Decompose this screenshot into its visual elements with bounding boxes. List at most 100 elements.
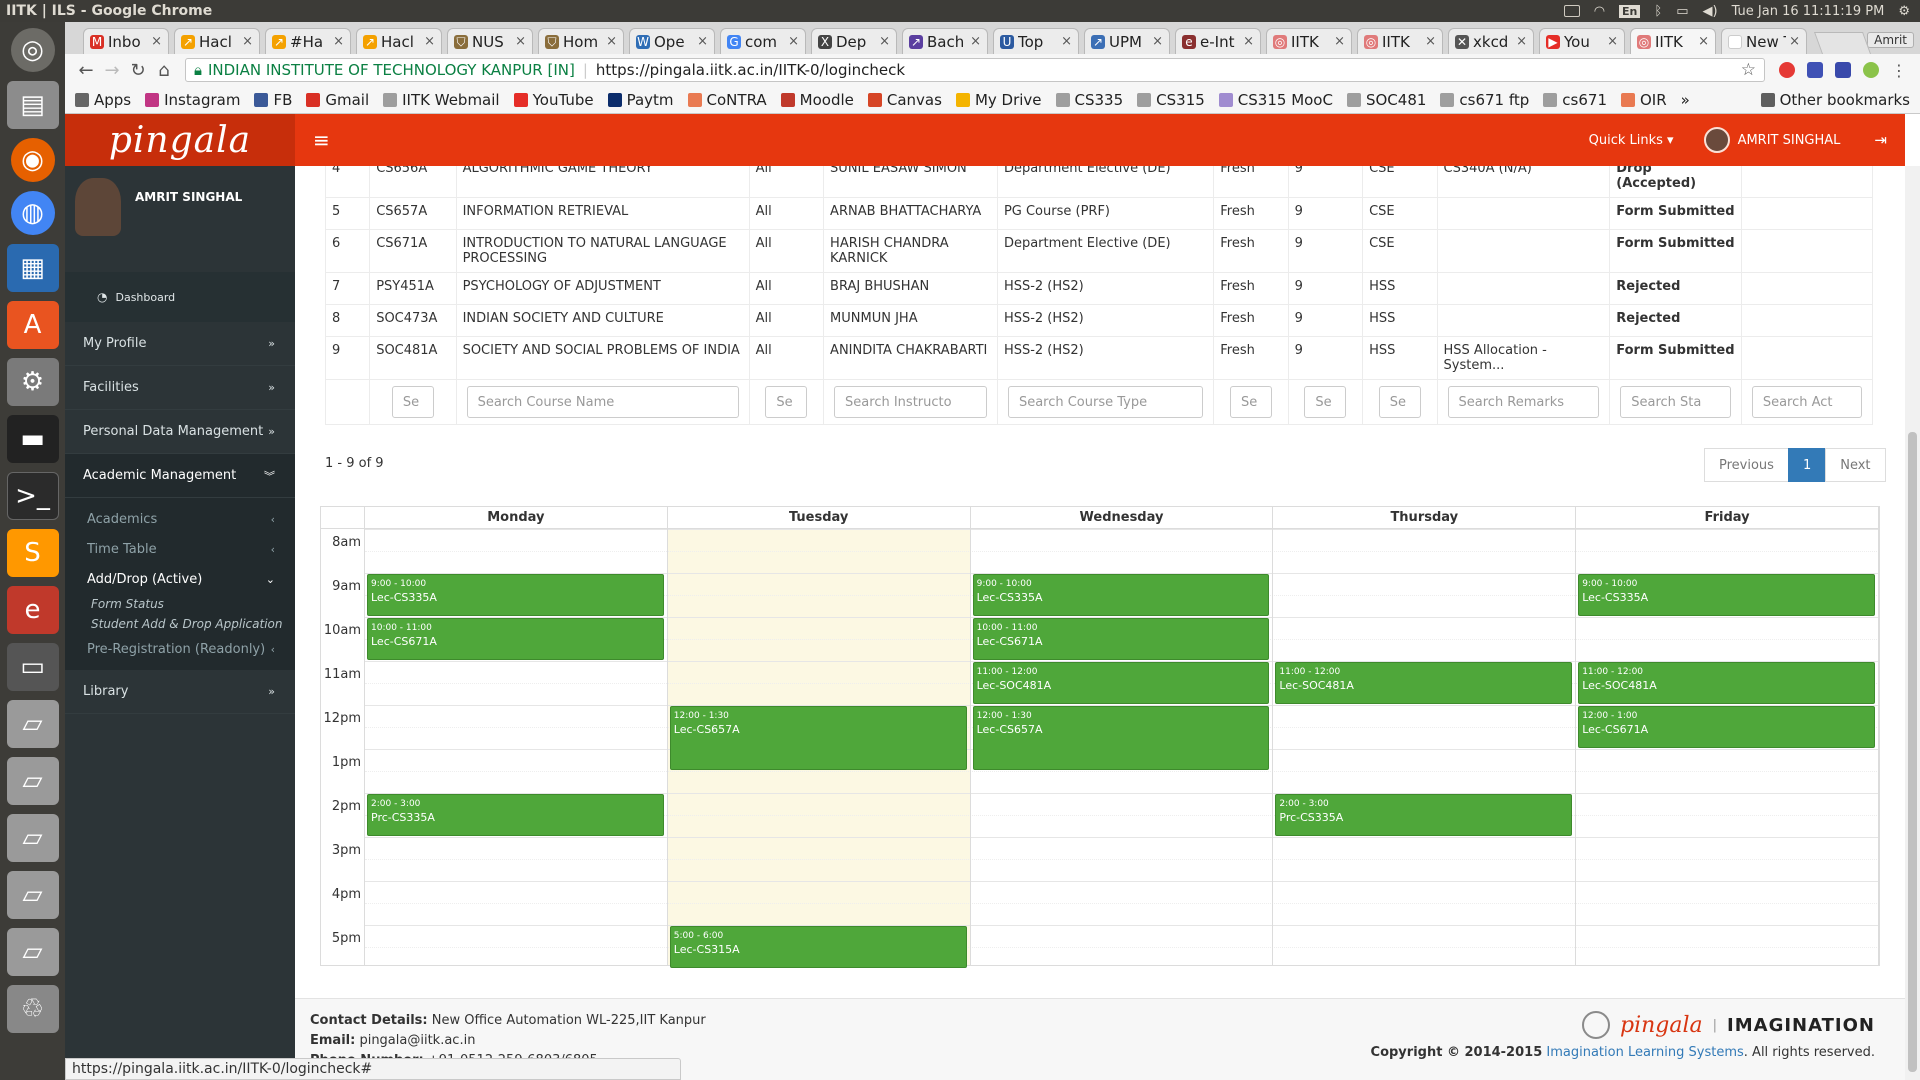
tab-close-icon[interactable]: × <box>242 34 253 49</box>
browser-tab[interactable]: ↗ Hacl × <box>356 28 442 54</box>
browser-tab[interactable]: Gcom × <box>720 28 806 54</box>
filter-input[interactable]: Se <box>765 386 808 418</box>
browser-tab[interactable]: ↗ Hacl × <box>174 28 260 54</box>
next-page-button[interactable]: Next <box>1825 448 1886 482</box>
sidebar-subitem-pre-registration[interactable]: Pre-Registration (Readonly) ‹ <box>65 634 295 664</box>
browser-tab[interactable]: ◎ IITK × <box>1630 28 1716 54</box>
bookmark-item[interactable]: CoNTRA <box>687 91 767 109</box>
bookmark-item[interactable]: CS315 MooC <box>1218 91 1333 109</box>
sidebar-link-student-add-drop[interactable]: Student Add & Drop Application <box>65 614 295 634</box>
timetable-event[interactable]: 11:00 - 12:00 Lec-SOC481A <box>1578 662 1875 704</box>
bookmark-item[interactable]: My Drive <box>955 91 1042 109</box>
timetable-event[interactable]: 2:00 - 3:00 Prc-CS335A <box>1275 794 1573 836</box>
browser-tab[interactable]: ↗ UPM × <box>1084 28 1170 54</box>
settings-gear-icon[interactable]: ⚙ <box>1898 4 1910 19</box>
firefox-icon[interactable]: ◉ <box>10 138 55 182</box>
timetable-event[interactable]: 2:00 - 3:00 Prc-CS335A <box>367 794 664 836</box>
file-manager-icon[interactable]: ▤ <box>6 81 59 129</box>
timetable-event[interactable]: 12:00 - 1:30 Lec-CS657A <box>972 706 1270 770</box>
sidebar-subitem-time-table[interactable]: Time Table ‹ <box>65 534 295 564</box>
bookmark-item[interactable]: Apps <box>75 91 131 109</box>
os-clock[interactable]: Tue Jan 16 11:11:19 PM <box>1732 4 1885 19</box>
workspace-icon[interactable]: ▭ <box>6 643 59 691</box>
browser-tab[interactable]: ⛉ Hom × <box>538 28 624 54</box>
tab-close-icon[interactable]: × <box>424 34 435 49</box>
filter-input[interactable]: Se <box>391 386 434 418</box>
tab-close-icon[interactable]: × <box>788 34 799 49</box>
bookmark-item[interactable]: CS315 <box>1137 91 1205 109</box>
keyboard-layout[interactable]: En <box>1619 4 1641 18</box>
bookmark-item[interactable]: OIR <box>1621 91 1667 109</box>
tab-close-icon[interactable]: × <box>151 34 162 49</box>
bookmark-star-icon[interactable]: ☆ <box>1741 60 1756 80</box>
browser-tab[interactable]: M Inbo × <box>83 28 169 54</box>
sidebar-subitem-add-drop[interactable]: Add/Drop (Active) ⌄ <box>65 564 295 594</box>
bookmark-item[interactable]: IITK Webmail <box>383 91 500 109</box>
browser-tab[interactable]: ◎ IITK × <box>1357 28 1443 54</box>
pingala-logo[interactable]: pingala <box>65 114 295 166</box>
bookmark-extension-icon[interactable] <box>1835 62 1851 78</box>
logout-icon[interactable]: ⇥ <box>1874 131 1887 149</box>
reload-icon[interactable]: ↻ <box>125 57 151 83</box>
tab-close-icon[interactable]: × <box>879 34 890 49</box>
timetable-event[interactable]: 9:00 - 10:00 Lec-CS335A <box>367 574 664 616</box>
bookmark-item[interactable]: Instagram <box>145 91 240 109</box>
browser-tab[interactable]: W Ope × <box>629 28 715 54</box>
tab-close-icon[interactable]: × <box>697 34 708 49</box>
filter-input[interactable]: Se <box>1304 386 1347 418</box>
sidebar-item-academic-management[interactable]: Academic Management ︾ <box>65 454 295 498</box>
sidebar-subitem-academics[interactable]: Academics ‹ <box>65 504 295 534</box>
timetable-event[interactable]: 9:00 - 10:00 Lec-CS335A <box>972 574 1270 616</box>
translate-extension-icon[interactable] <box>1807 62 1823 78</box>
browser-tab[interactable]: ↗ Bach × <box>902 28 988 54</box>
chrome-menu-icon[interactable]: ⋮ <box>1891 61 1907 80</box>
browser-tab[interactable]: ⛉ NUS × <box>447 28 533 54</box>
bookmark-item[interactable]: Paytm <box>607 91 674 109</box>
bookmark-item[interactable]: YouTube <box>513 91 594 109</box>
tab-close-icon[interactable]: × <box>1789 34 1800 49</box>
tab-close-icon[interactable]: × <box>970 34 981 49</box>
software-center-icon[interactable]: A <box>6 301 59 349</box>
sidebar-link-form-status[interactable]: Form Status <box>65 594 295 614</box>
browser-tab[interactable]: New Ta× <box>1721 28 1807 54</box>
home-icon[interactable]: ⌂ <box>151 57 177 83</box>
timetable-event[interactable]: 10:00 - 11:00 Lec-CS671A <box>972 618 1270 660</box>
hamburger-menu-icon[interactable]: ≡ <box>313 128 330 152</box>
quick-links-dropdown[interactable]: Quick Links ▾ <box>1589 133 1674 148</box>
tab-close-icon[interactable]: × <box>515 34 526 49</box>
scrollbar-thumb[interactable] <box>1908 432 1917 1072</box>
filter-input[interactable]: Search Remarks <box>1447 386 1600 418</box>
drive-icon-4[interactable]: ▱ <box>6 871 59 919</box>
sidebar-item-my-profile[interactable]: My Profile » <box>65 322 295 366</box>
tab-close-icon[interactable]: × <box>1425 34 1436 49</box>
monitor-icon[interactable]: ▬ <box>6 415 59 463</box>
bluetooth-icon[interactable]: ᛒ <box>1654 4 1662 19</box>
browser-tab[interactable]: ✕ xkcd × <box>1448 28 1534 54</box>
tab-close-icon[interactable]: × <box>1698 34 1709 49</box>
header-user-menu[interactable]: AMRIT SINGHAL <box>1703 127 1840 153</box>
filter-input[interactable]: Search Course Type <box>1007 386 1204 418</box>
bookmark-item[interactable]: FB <box>254 91 292 109</box>
filter-input[interactable]: Search Course Name <box>466 386 739 418</box>
bookmark-item[interactable]: CS335 <box>1055 91 1123 109</box>
company-link[interactable]: Imagination Learning Systems <box>1546 1045 1743 1060</box>
browser-tab[interactable]: ▶ You × <box>1539 28 1625 54</box>
filter-input[interactable]: Se <box>1229 386 1272 418</box>
bookmarks-overflow-icon[interactable]: » <box>1681 91 1690 109</box>
timetable-event[interactable]: 11:00 - 12:00 Lec-SOC481A <box>972 662 1270 704</box>
tab-close-icon[interactable]: × <box>333 34 344 49</box>
timetable-event[interactable]: 11:00 - 12:00 Lec-SOC481A <box>1275 662 1573 704</box>
drive-icon-3[interactable]: ▱ <box>6 814 59 862</box>
filter-input[interactable]: Search Act <box>1751 386 1862 418</box>
bookmark-item[interactable]: Moodle <box>780 91 854 109</box>
drive-icon-5[interactable]: ▱ <box>6 928 59 976</box>
browser-tab[interactable]: X Dep × <box>811 28 897 54</box>
battery-icon[interactable] <box>1563 5 1580 17</box>
browser-tab[interactable]: e e-Int × <box>1175 28 1261 54</box>
color-extension-icon[interactable] <box>1863 62 1879 78</box>
browser-tab[interactable]: ↗ #Ha × <box>265 28 351 54</box>
profile-chip[interactable]: Amrit <box>1867 32 1914 48</box>
bookmark-item[interactable]: cs671 ftp <box>1440 91 1529 109</box>
ubuntu-dash-icon[interactable]: ◎ <box>10 28 55 72</box>
opera-extension-icon[interactable] <box>1779 62 1795 78</box>
